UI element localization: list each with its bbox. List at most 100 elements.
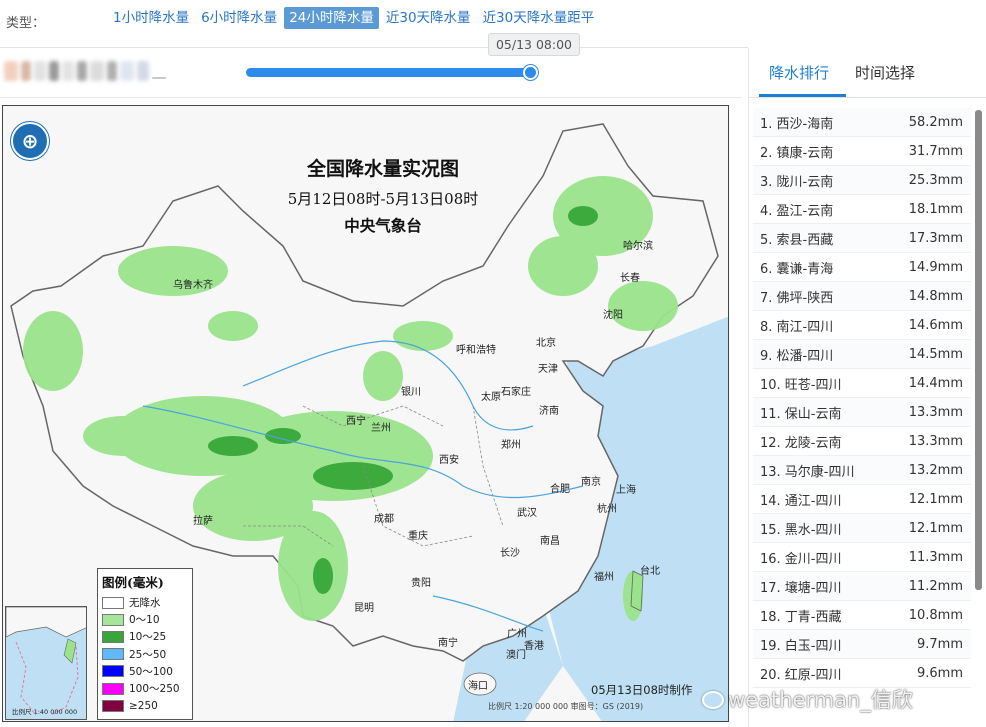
city-label: 西宁 bbox=[346, 416, 366, 427]
precip-value: 13.3mm bbox=[908, 433, 963, 449]
station-name: 14. 通江-四川 bbox=[760, 493, 842, 509]
city-label: 武汉 bbox=[517, 508, 537, 519]
station-name: 18. 丁青-西藏 bbox=[760, 609, 842, 625]
city-label: 成都 bbox=[374, 514, 394, 525]
list-item[interactable]: 1. 西沙-海南 58.2mm bbox=[753, 108, 971, 137]
list-item[interactable]: 13. 马尔康-四川 13.2mm bbox=[753, 456, 971, 485]
list-item[interactable]: 11. 保山-云南 13.3mm bbox=[753, 398, 971, 427]
city-label: 合肥 bbox=[550, 484, 570, 495]
list-item[interactable]: 2. 镇康-云南 31.7mm bbox=[753, 137, 971, 166]
city-label: 拉萨 bbox=[193, 516, 213, 527]
precip-value: 10.8mm bbox=[908, 607, 963, 623]
precip-value: 14.9mm bbox=[908, 259, 963, 275]
station-name: 13. 马尔康-四川 bbox=[760, 464, 855, 480]
station-name: 2. 镇康-云南 bbox=[760, 145, 834, 161]
list-item[interactable]: 5. 索县-西藏 17.3mm bbox=[753, 224, 971, 253]
made-time: 05月13日08时制作 bbox=[591, 683, 693, 697]
precip-value: 9.7mm bbox=[916, 636, 963, 652]
station-name: 11. 保山-云南 bbox=[760, 406, 842, 422]
divider bbox=[0, 97, 742, 98]
precipitation-map: ⊕ 全国降水量实况图 5月12日08时-5月13日08时 中央气象台 乌鲁木齐 … bbox=[2, 105, 729, 722]
city-label: 太原 bbox=[481, 392, 501, 403]
station-name: 9. 松潘-四川 bbox=[760, 348, 834, 364]
city-label: 石家庄 bbox=[501, 387, 531, 398]
legend-item: 无降水 bbox=[102, 594, 188, 611]
list-item[interactable]: 4. 盈江-云南 18.1mm bbox=[753, 195, 971, 224]
precip-value: 58.2mm bbox=[908, 114, 963, 130]
city-label: 哈尔滨 bbox=[623, 241, 653, 252]
city-label: 南宁 bbox=[438, 638, 458, 649]
station-name: 16. 金川-四川 bbox=[760, 551, 842, 567]
city-label: 昆明 bbox=[354, 603, 374, 614]
city-label: 兰州 bbox=[371, 423, 391, 434]
legend-title: 图例(毫米) bbox=[102, 575, 164, 590]
divider bbox=[0, 47, 748, 48]
tab-6h-precip[interactable]: 6小时降水量 bbox=[196, 7, 282, 29]
station-name: 1. 西沙-海南 bbox=[760, 116, 834, 132]
station-name: 4. 盈江-云南 bbox=[760, 203, 834, 219]
map-issuer: 中央气象台 bbox=[344, 216, 422, 235]
time-tooltip: 05/13 08:00 bbox=[488, 33, 580, 56]
city-label: 北京 bbox=[536, 338, 556, 349]
city-label: 沈阳 bbox=[603, 310, 623, 321]
tab-30d-precip[interactable]: 近30天降水量 bbox=[381, 7, 476, 29]
list-item[interactable]: 9. 松潘-四川 14.5mm bbox=[753, 340, 971, 369]
list-item[interactable]: 7. 佛坪-陕西 14.8mm bbox=[753, 282, 971, 311]
precip-value: 18.1mm bbox=[908, 201, 963, 217]
legend-item: 10～25 bbox=[102, 628, 188, 645]
precip-value: 17.3mm bbox=[908, 230, 963, 246]
city-label: 重庆 bbox=[408, 531, 428, 542]
blurred-color-scale bbox=[4, 58, 168, 84]
tab-precip-ranking[interactable]: 降水排行 bbox=[769, 62, 829, 83]
precip-value: 9.6mm bbox=[916, 665, 963, 681]
slider-fill bbox=[246, 68, 536, 77]
list-item[interactable]: 19. 白玉-四川 9.7mm bbox=[753, 630, 971, 659]
inset-scale: 比例尺 1:40 000 000 bbox=[12, 708, 78, 716]
legend-item: 25～50 bbox=[102, 646, 188, 663]
station-name: 20. 红原-四川 bbox=[760, 667, 842, 683]
scrollbar[interactable] bbox=[975, 110, 982, 590]
precip-value: 14.5mm bbox=[908, 346, 963, 362]
time-slider[interactable] bbox=[246, 65, 538, 80]
precip-value: 11.3mm bbox=[908, 549, 963, 565]
tab-time-select[interactable]: 时间选择 bbox=[855, 62, 915, 83]
map-subtitle: 5月12日08时-5月13日08时 bbox=[287, 190, 479, 208]
list-item[interactable]: 18. 丁青-西藏 10.8mm bbox=[753, 601, 971, 630]
map-title: 全国降水量实况图 bbox=[306, 158, 459, 180]
city-label: 长春 bbox=[620, 273, 640, 284]
weibo-icon bbox=[702, 691, 724, 709]
list-item[interactable]: 15. 黑水-四川 12.1mm bbox=[753, 514, 971, 543]
city-label: 西安 bbox=[439, 455, 459, 466]
station-name: 8. 南江-四川 bbox=[760, 319, 834, 335]
active-tab-indicator bbox=[759, 94, 846, 97]
page-root: 类型： 1小时降水量 6小时降水量 24小时降水量 近30天降水量 近30天降水… bbox=[0, 0, 986, 727]
precip-value: 14.6mm bbox=[908, 317, 963, 333]
type-label: 类型： bbox=[6, 16, 46, 31]
list-item[interactable]: 8. 南江-四川 14.6mm bbox=[753, 311, 971, 340]
panel-tabs: 降水排行 时间选择 bbox=[749, 48, 986, 98]
precip-value: 25.3mm bbox=[908, 172, 963, 188]
type-bar: 类型： 1小时降水量 6小时降水量 24小时降水量 近30天降水量 近30天降水… bbox=[0, 0, 748, 46]
list-item[interactable]: 14. 通江-四川 12.1mm bbox=[753, 485, 971, 514]
station-name: 10. 旺苍-四川 bbox=[760, 377, 842, 393]
legend-item: 100～250 bbox=[102, 680, 188, 697]
precip-value: 13.2mm bbox=[908, 462, 963, 478]
list-item[interactable]: 17. 壤塘-四川 11.2mm bbox=[753, 572, 971, 601]
city-label: 长沙 bbox=[500, 548, 520, 559]
list-item[interactable]: 10. 旺苍-四川 14.4mm bbox=[753, 369, 971, 398]
city-label: 上海 bbox=[616, 485, 636, 496]
legend-item: ≥250 bbox=[102, 697, 188, 714]
slider-handle[interactable] bbox=[523, 65, 538, 80]
list-item[interactable]: 12. 龙陵-云南 13.3mm bbox=[753, 427, 971, 456]
city-label: 香港 bbox=[524, 641, 544, 652]
tab-24h-precip[interactable]: 24小时降水量 bbox=[284, 7, 379, 29]
station-name: 6. 囊谦-青海 bbox=[760, 261, 834, 277]
right-panel: 降水排行 时间选择 1. 西沙-海南 58.2mm 2. 镇康-云南 31.7mm 3.… bbox=[748, 48, 986, 727]
list-item[interactable]: 3. 陇川-云南 25.3mm bbox=[753, 166, 971, 195]
city-label: 乌鲁木齐 bbox=[173, 280, 213, 291]
tab-1h-precip[interactable]: 1小时降水量 bbox=[108, 7, 194, 29]
tab-30d-anomaly[interactable]: 近30天降水量距平 bbox=[478, 7, 600, 29]
list-item[interactable]: 16. 金川-四川 11.3mm bbox=[753, 543, 971, 572]
list-item[interactable]: 6. 囊谦-青海 14.9mm bbox=[753, 253, 971, 282]
legend-item: 50～100 bbox=[102, 663, 188, 680]
